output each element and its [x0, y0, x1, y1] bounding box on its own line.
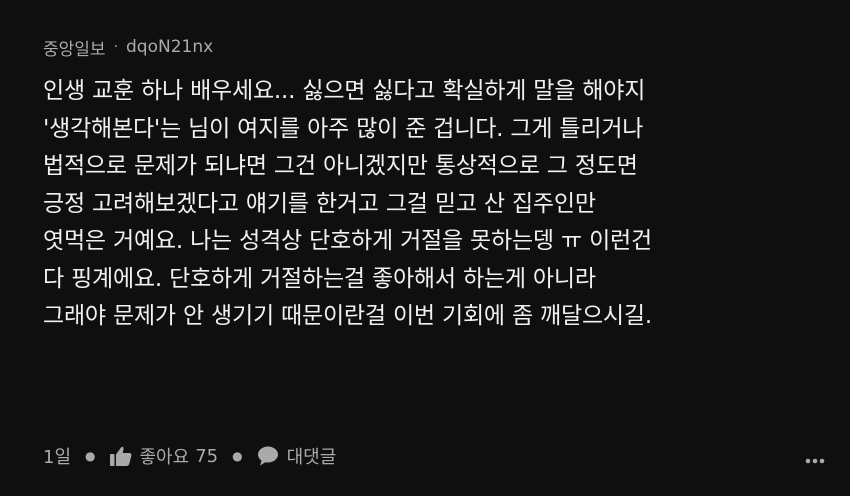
- comment-body-line: 법적으로 문제가 되냐면 그건 아니겠지만 통상적으로 그 정도면: [43, 153, 638, 179]
- comment-meta: 중앙일보 · dqoN21nx: [43, 30, 833, 64]
- comment: 중앙일보 · dqoN21nx 인생 교훈 하나 배우세요... 싫으면 싫다고…: [43, 30, 833, 336]
- thumbs-up-icon: [109, 446, 132, 466]
- comment-actions: 1일 ● 좋아요 75 ● 대댓글: [43, 440, 833, 472]
- action-separator: ●: [232, 449, 243, 463]
- comment-body-line: '생각해본다'는 님이 여지를 아주 많이 준 겁니다. 그게 틀리거나: [43, 115, 644, 142]
- more-dots-icon: [805, 448, 825, 469]
- reply-button[interactable]: 대댓글: [257, 443, 337, 469]
- action-separator: ●: [85, 449, 96, 463]
- comment-body: 인생 교훈 하나 배우세요... 싫으면 싫다고 확실하게 말을 해야지 '생각…: [43, 73, 833, 336]
- more-options-button[interactable]: [803, 446, 827, 470]
- comment-body-line: 엿먹은 거예요. 나는 성격상 단호하게 거절을 못하는뎅 ㅠ 이런건: [43, 228, 652, 254]
- comment-body-line: 긍정 고려해보겠다고 얘기를 한거고 그걸 믿고 산 집주인만: [43, 190, 596, 217]
- comment-username[interactable]: dqoN21nx: [126, 37, 213, 57]
- like-button[interactable]: 좋아요 75: [109, 443, 219, 469]
- comment-body-line: 다 핑계에요. 단호하게 거절하는걸 좋아해서 하는게 아니라: [43, 265, 596, 292]
- comment-time: 1일: [43, 447, 72, 468]
- comment-source[interactable]: 중앙일보: [43, 35, 106, 60]
- reply-label: 대댓글: [286, 447, 337, 468]
- comment-body-line: 인생 교훈 하나 배우세요... 싫으면 싫다고 확실하게 말을 해야지: [43, 78, 646, 104]
- like-label: 좋아요: [139, 447, 190, 468]
- like-count: 75: [195, 445, 219, 467]
- meta-separator: ·: [113, 39, 119, 55]
- speech-bubble-icon: [257, 446, 279, 466]
- comment-body-line: 그래야 문제가 안 생기기 때문이란걸 이번 기회에 좀 깨달으시길.: [43, 303, 652, 329]
